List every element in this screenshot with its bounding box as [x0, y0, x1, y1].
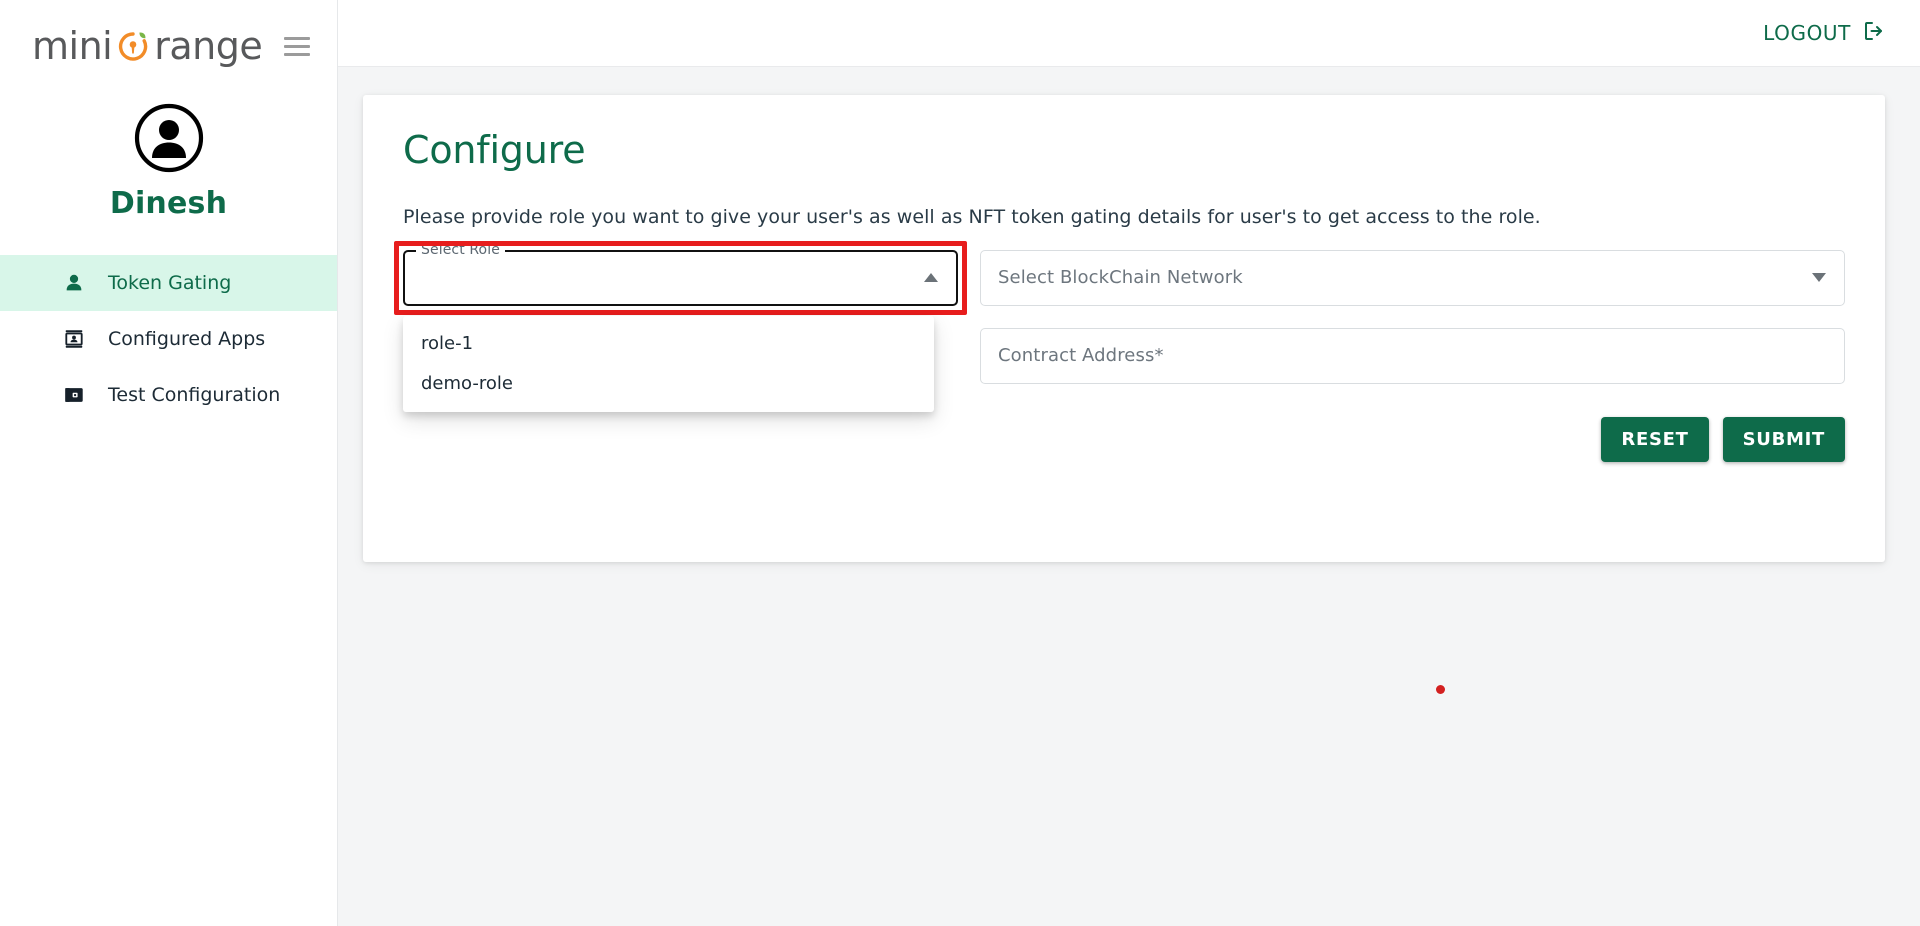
sidebar: mini range Dinesh	[0, 0, 338, 926]
hamburger-line	[284, 37, 310, 40]
select-role-label: Select Role	[416, 242, 505, 258]
menu-option-demo-role[interactable]: demo-role	[403, 364, 934, 404]
contract-address-placeholder-text: Contract Address	[998, 345, 1154, 366]
sidebar-item-configured-apps[interactable]: Configured Apps	[0, 311, 337, 367]
user-avatar-icon	[133, 102, 205, 174]
configure-form: Select Role role-1 demo-role Select Bloc…	[403, 250, 1845, 384]
configure-card: Configure Please provide role you want t…	[363, 95, 1885, 562]
sidebar-brand-row: mini range	[0, 0, 337, 92]
page-content-area: Configure Please provide role you want t…	[338, 67, 1920, 926]
sidebar-item-label: Test Configuration	[108, 384, 280, 406]
logout-arrow-icon	[1862, 19, 1886, 48]
select-role-field: Select Role role-1 demo-role	[403, 250, 958, 306]
sidebar-nav: Token Gating Configured Apps	[0, 255, 337, 423]
reset-button[interactable]: RESET	[1601, 417, 1708, 462]
form-actions: RESET SUBMIT	[1601, 417, 1845, 462]
hamburger-line	[284, 53, 310, 56]
sidebar-item-label: Token Gating	[108, 272, 231, 294]
caret-up-icon[interactable]	[920, 267, 942, 289]
select-role-dropdown[interactable]: Select Role	[403, 250, 958, 306]
sidebar-item-token-gating[interactable]: Token Gating	[0, 255, 337, 311]
chip-card-icon	[62, 383, 86, 407]
hamburger-line	[284, 45, 310, 48]
caret-down-icon[interactable]	[1808, 267, 1830, 289]
cursor-marker	[1436, 685, 1445, 694]
top-bar: LOGOUT	[338, 0, 1920, 67]
id-card-person-icon	[62, 327, 86, 351]
page-title: Configure	[403, 129, 1845, 173]
user-name: Dinesh	[110, 186, 227, 221]
person-icon	[62, 271, 86, 295]
sidebar-item-label: Configured Apps	[108, 328, 265, 350]
blockchain-network-select[interactable]: Select BlockChain Network	[980, 250, 1845, 306]
orange-lock-logo-icon	[113, 26, 153, 66]
user-profile: Dinesh	[0, 102, 337, 221]
blockchain-network-field: Select BlockChain Network	[980, 250, 1845, 306]
miniorange-logo[interactable]: mini range	[32, 26, 262, 66]
select-role-options-menu[interactable]: role-1 demo-role	[403, 316, 934, 412]
logout-label: LOGOUT	[1763, 21, 1851, 45]
logo-text-left: mini	[32, 27, 112, 65]
hamburger-menu-icon[interactable]	[284, 37, 310, 56]
contract-address-field: Contract Address*	[980, 328, 1845, 384]
submit-button[interactable]: SUBMIT	[1723, 417, 1845, 462]
page-description: Please provide role you want to give you…	[403, 206, 1845, 228]
required-marker: *	[1154, 345, 1163, 366]
logout-button[interactable]: LOGOUT	[1759, 13, 1890, 54]
blockchain-network-placeholder: Select BlockChain Network	[998, 267, 1808, 288]
menu-option-role-1[interactable]: role-1	[403, 324, 934, 364]
contract-address-placeholder: Contract Address*	[998, 345, 1830, 366]
contract-address-input[interactable]: Contract Address*	[980, 328, 1845, 384]
logo-text-right: range	[154, 27, 262, 65]
sidebar-item-test-configuration[interactable]: Test Configuration	[0, 367, 337, 423]
